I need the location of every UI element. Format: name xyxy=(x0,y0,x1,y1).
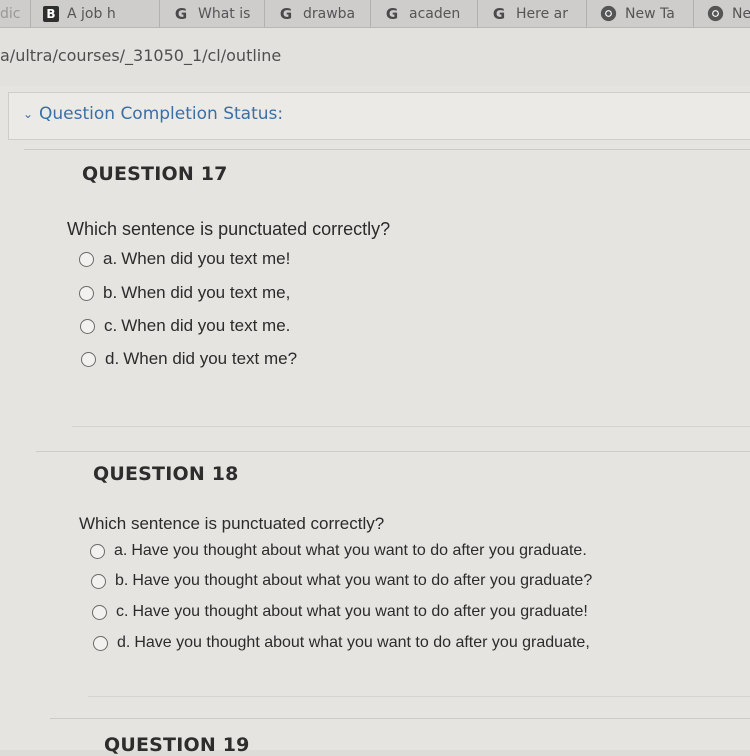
divider xyxy=(24,149,750,150)
option-text: When did you text me? xyxy=(123,349,298,368)
option-text: Have you thought about what you want to … xyxy=(132,572,593,589)
question-completion-status[interactable]: ⌄︎ Question Completion Status: xyxy=(8,92,750,140)
answer-option[interactable]: a. Have you thought about what you want … xyxy=(90,542,587,560)
chevron-down-icon[interactable]: ⌄︎ xyxy=(23,107,33,121)
answer-option[interactable]: c. When did you text me. xyxy=(80,316,290,336)
option-text: When did you text me. xyxy=(121,316,291,335)
option-text: Have you thought about what you want to … xyxy=(132,603,588,620)
question-title: QUESTION 17 xyxy=(82,163,228,185)
url-text[interactable]: a/ultra/courses/_31050_1/cl/outline xyxy=(0,46,281,65)
radio-button[interactable] xyxy=(91,573,106,589)
answer-option[interactable]: c. Have you thought about what you want … xyxy=(92,603,588,621)
answer-option[interactable]: b. Have you thought about what you want … xyxy=(91,572,592,590)
option-letter: b. xyxy=(115,572,129,589)
browser-tab[interactable]: New T xyxy=(694,0,750,27)
tab-title: drawba xyxy=(303,5,356,22)
option-letter: a. xyxy=(114,542,128,559)
browser-tab[interactable]: dic xyxy=(0,0,31,27)
google-icon: G xyxy=(385,4,399,23)
question-title: QUESTION 19 xyxy=(104,734,250,756)
option-text: When did you text me, xyxy=(121,283,291,302)
browser-tab[interactable]: G drawba xyxy=(265,0,371,27)
option-letter: c. xyxy=(116,603,129,620)
answer-option[interactable]: d. When did you text me? xyxy=(81,349,297,369)
page-content: ⌄︎ Question Completion Status: QUESTION … xyxy=(0,86,750,756)
option-text: When did you text me! xyxy=(121,249,291,268)
radio-button[interactable] xyxy=(79,251,94,267)
divider xyxy=(72,426,750,427)
radio-button[interactable] xyxy=(81,351,96,367)
browser-tab[interactable]: G acaden xyxy=(371,0,478,27)
browser-tab[interactable]: G What is xyxy=(160,0,265,27)
option-text: Have you thought about what you want to … xyxy=(134,634,590,651)
tab-title: acaden xyxy=(409,5,461,22)
browser-tab-strip: dic B A job h G What is G drawba G acade… xyxy=(0,0,750,28)
tab-title: New T xyxy=(732,5,750,22)
browser-tab[interactable]: New Ta xyxy=(587,0,694,27)
divider xyxy=(36,451,750,452)
blackboard-icon: B xyxy=(43,5,59,22)
option-letter: c. xyxy=(104,316,118,335)
answer-option[interactable]: d. Have you thought about what you want … xyxy=(93,634,590,652)
radio-button[interactable] xyxy=(93,635,108,651)
tab-title: What is xyxy=(198,5,251,22)
radio-button[interactable] xyxy=(80,318,95,334)
browser-tab[interactable]: B A job h xyxy=(31,0,160,27)
browser-tab[interactable]: G Here ar xyxy=(478,0,587,27)
tab-title: dic xyxy=(0,5,21,22)
tab-title: Here ar xyxy=(516,5,568,22)
tab-title: New Ta xyxy=(625,5,675,22)
option-text: Have you thought about what you want to … xyxy=(131,542,587,559)
option-letter: d. xyxy=(105,349,120,368)
google-icon: G xyxy=(492,4,506,23)
status-label: Question Completion Status: xyxy=(39,104,284,124)
radio-button[interactable] xyxy=(79,285,94,301)
tab-title: A job h xyxy=(67,5,116,22)
option-letter: d. xyxy=(117,634,131,651)
chrome-icon xyxy=(706,5,724,23)
answer-option[interactable]: b. When did you text me, xyxy=(79,283,290,303)
google-icon: G xyxy=(174,4,188,23)
answer-option[interactable]: a. When did you text me! xyxy=(79,249,290,269)
chrome-icon xyxy=(599,5,617,23)
divider xyxy=(50,718,750,719)
question-text: Which sentence is punctuated correctly? xyxy=(79,514,385,533)
radio-button[interactable] xyxy=(90,543,105,559)
question-text: Which sentence is punctuated correctly? xyxy=(67,219,391,239)
radio-button[interactable] xyxy=(92,604,107,620)
divider xyxy=(88,696,750,697)
google-icon: G xyxy=(279,4,293,23)
option-letter: b. xyxy=(103,283,118,302)
option-letter: a. xyxy=(103,249,118,268)
address-bar[interactable]: a/ultra/courses/_31050_1/cl/outline xyxy=(0,28,750,86)
question-title: QUESTION 18 xyxy=(93,463,239,485)
